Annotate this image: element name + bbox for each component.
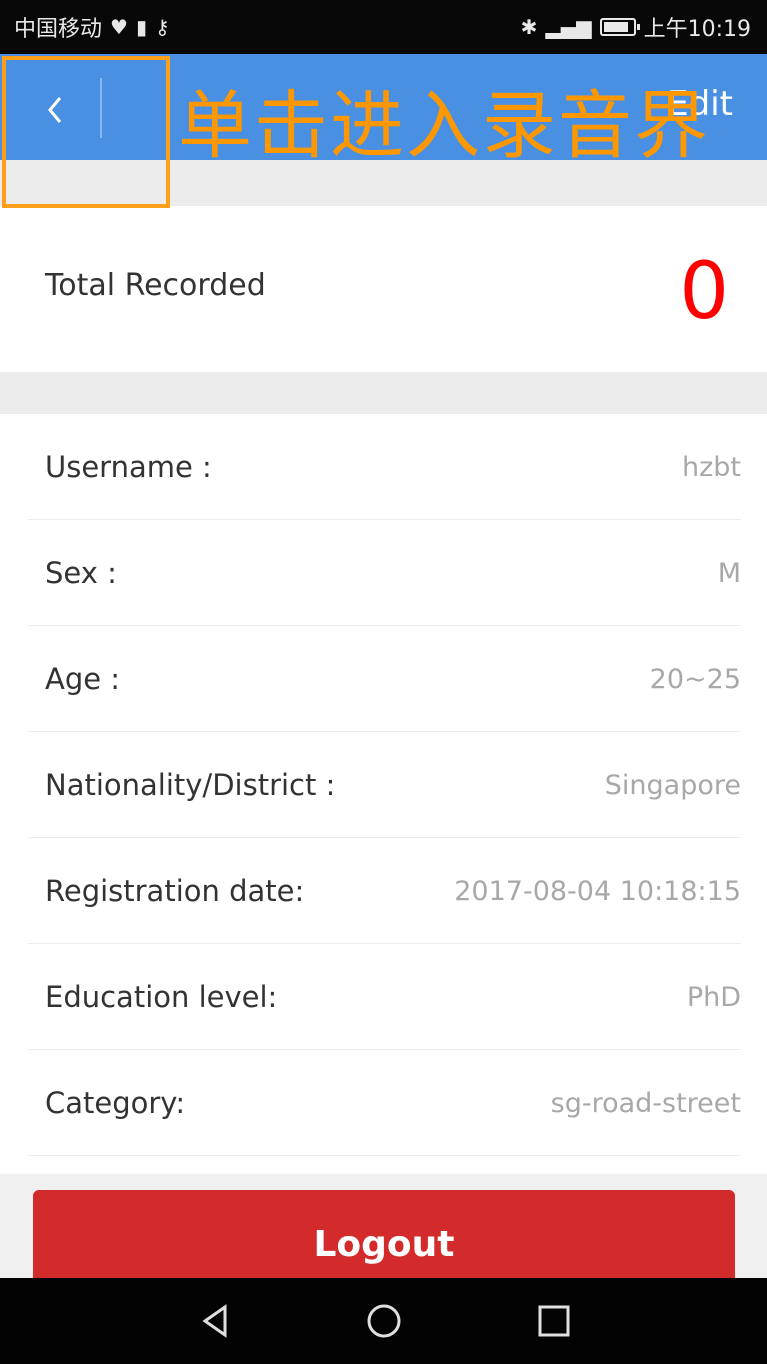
info-row-category: Category: sg-road-street — [28, 1050, 741, 1156]
highlight-box — [2, 56, 170, 208]
info-label: Nationality/District : — [45, 768, 336, 802]
total-recorded-label: Total Recorded — [45, 268, 266, 303]
status-left: 中国移动 ♥ ▮ ⚷ — [14, 11, 170, 43]
info-label: Age : — [45, 662, 121, 696]
info-value: hzbt — [681, 452, 741, 483]
info-row-sex: Sex : M — [28, 520, 741, 626]
bluetooth-icon: ✱ — [520, 15, 538, 39]
info-value: M — [717, 558, 741, 589]
info-row-registration-date: Registration date: 2017-08-04 10:18:15 — [28, 838, 741, 944]
status-right: ✱ ▂▄▆ 上午10:19 — [521, 11, 751, 43]
system-nav-bar — [0, 1278, 767, 1364]
info-label: Education level: — [45, 980, 278, 1014]
info-value: Singapore — [604, 770, 741, 801]
app-screen: 中国移动 ♥ ▮ ⚷ ✱ ▂▄▆ 上午10:19 Edit Total Reco… — [0, 0, 767, 1364]
info-label: Sex : — [45, 556, 117, 590]
nav-recents-button[interactable] — [509, 1278, 599, 1364]
square-recents-icon — [538, 1305, 570, 1337]
lock-icon: ▮ — [135, 15, 147, 39]
info-row-education-level: Education level: PhD — [28, 944, 741, 1050]
profile-info-list: Username : hzbt Sex : M Age : 20~25 Nati… — [0, 414, 767, 1174]
info-value: 2017-08-04 10:18:15 — [454, 876, 741, 907]
annotation-text: 单击进入录音界 — [178, 83, 710, 169]
info-row-nationality: Nationality/District : Singapore — [28, 732, 741, 838]
triangle-back-icon — [202, 1304, 227, 1338]
total-recorded-card: Total Recorded 0 — [0, 206, 767, 372]
signal-icon: ▂▄▆ — [545, 15, 592, 39]
status-bar: 中国移动 ♥ ▮ ⚷ ✱ ▂▄▆ 上午10:19 — [0, 0, 767, 54]
circle-home-icon — [367, 1304, 401, 1338]
info-value: PhD — [686, 982, 741, 1013]
info-value: sg-road-street — [550, 1088, 741, 1119]
nav-back-button[interactable] — [170, 1278, 260, 1364]
status-time: 上午10:19 — [643, 17, 751, 42]
carrier-name: 中国移动 — [14, 17, 103, 42]
info-row-username: Username : hzbt — [28, 414, 741, 520]
nav-home-button[interactable] — [339, 1278, 429, 1364]
battery-icon — [599, 18, 640, 36]
info-label: Registration date: — [45, 874, 305, 908]
info-value: 20~25 — [649, 664, 741, 695]
info-label: Category: — [45, 1086, 186, 1120]
info-label: Username : — [45, 450, 212, 484]
total-recorded-value: 0 — [679, 247, 729, 337]
section-spacer — [0, 372, 767, 414]
key-icon: ⚷ — [154, 15, 170, 39]
info-row-age: Age : 20~25 — [28, 626, 741, 732]
heart-icon: ♥ — [110, 15, 128, 39]
